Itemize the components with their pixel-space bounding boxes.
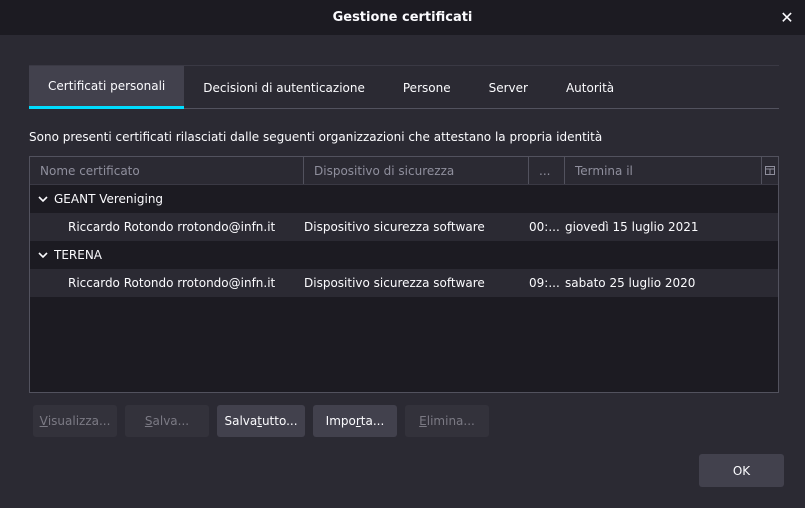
- import-button[interactable]: Impo r ta...: [313, 405, 397, 437]
- tab-people[interactable]: Persone: [384, 66, 470, 109]
- ok-button[interactable]: OK: [699, 454, 784, 487]
- delete-button[interactable]: Elimina...: [405, 405, 489, 437]
- action-buttons: Visualizza... Salva... Salva t utto... Im…: [33, 405, 489, 437]
- delete-accesskey: E: [419, 414, 427, 428]
- save-accesskey: S: [144, 414, 153, 428]
- close-icon[interactable]: ✕: [777, 7, 797, 27]
- dialog-title: Gestione certificati: [332, 10, 473, 25]
- import-label: Impo: [325, 414, 356, 428]
- table-header: Nome certificato Dispositivo di sicurezz…: [30, 157, 778, 185]
- import-label-rest: ta...: [360, 414, 385, 428]
- tab-authentication-decisions[interactable]: Decisioni di autenticazione: [184, 66, 384, 109]
- tab-authorities[interactable]: Autorità: [547, 66, 633, 109]
- cert-serial: 09:...: [529, 276, 560, 290]
- save-button[interactable]: Salva...: [125, 405, 209, 437]
- cert-expires: sabato 25 luglio 2020: [565, 276, 696, 290]
- view-button[interactable]: Visualizza...: [33, 405, 117, 437]
- tab-personal-certificates[interactable]: Certificati personali: [29, 66, 185, 109]
- table-row[interactable]: Riccardo Rotondo rrotondo@infn.it Dispos…: [30, 213, 778, 241]
- chevron-down-icon[interactable]: [36, 195, 50, 203]
- cert-name: Riccardo Rotondo rrotondo@infn.it: [68, 276, 276, 290]
- save-all-label-rest: utto...: [261, 414, 298, 428]
- cert-serial: 00:...: [529, 220, 560, 234]
- table-row[interactable]: Riccardo Rotondo rrotondo@infn.it Dispos…: [30, 269, 778, 297]
- group-name: TERENA: [54, 248, 103, 262]
- save-label-rest: alva...: [152, 414, 190, 428]
- cert-name: Riccardo Rotondo rrotondo@infn.it: [68, 220, 276, 234]
- column-header-name[interactable]: Nome certificato: [30, 157, 304, 184]
- column-header-serial[interactable]: ...: [529, 157, 565, 184]
- group-name: GEANT Vereniging: [54, 192, 164, 206]
- intro-text: Sono presenti certificati rilasciati dal…: [29, 130, 603, 144]
- tree-group-row[interactable]: TERENA: [30, 241, 778, 269]
- tab-servers[interactable]: Server: [470, 66, 547, 109]
- column-picker-icon[interactable]: [761, 157, 778, 184]
- titlebar: Gestione certificati ✕: [0, 0, 805, 35]
- column-header-expires[interactable]: Termina il: [565, 157, 763, 184]
- cert-device: Dispositivo sicurezza software: [304, 276, 485, 290]
- cert-expires: giovedì 15 luglio 2021: [565, 220, 699, 234]
- tree-group-row[interactable]: GEANT Vereniging: [30, 185, 778, 213]
- column-header-device[interactable]: Dispositivo di sicurezza: [304, 157, 529, 184]
- save-all-button[interactable]: Salva t utto...: [217, 405, 305, 437]
- certificate-manager-dialog: Gestione certificati ✕ Certificati perso…: [0, 0, 805, 508]
- delete-label-rest: limina...: [426, 414, 475, 428]
- certificate-tree[interactable]: Nome certificato Dispositivo di sicurezz…: [29, 156, 779, 393]
- cert-device: Dispositivo sicurezza software: [304, 220, 485, 234]
- chevron-down-icon[interactable]: [36, 251, 50, 259]
- view-label-rest: isualizza...: [47, 414, 111, 428]
- tab-bar: Certificati personali Decisioni di auten…: [29, 65, 779, 109]
- view-accesskey: V: [39, 414, 48, 428]
- save-all-label: Salva: [224, 414, 258, 428]
